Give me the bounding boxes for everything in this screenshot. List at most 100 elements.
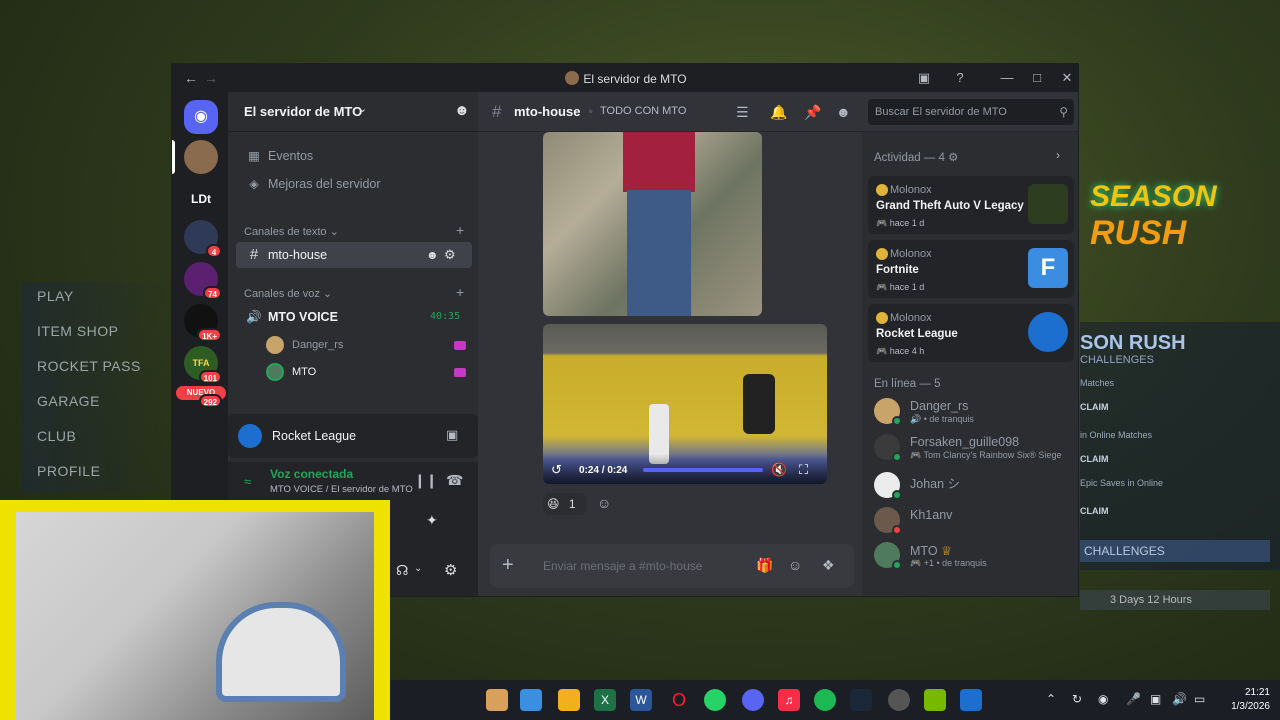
server-icon-tfa[interactable]: TFA 101 (184, 346, 222, 384)
chevron-right-icon[interactable]: › (1056, 148, 1060, 162)
chevron-down-icon[interactable]: ⌄ (414, 563, 422, 574)
activity-card[interactable]: Molonox Rocket League 🎮 hace 4 h (868, 304, 1074, 362)
reaction-count: 1 (568, 497, 576, 511)
header-topic[interactable]: TODO CON MTO (600, 105, 686, 117)
close-icon[interactable]: ✕ (1058, 69, 1076, 87)
server-icon-ldt[interactable]: LDt (184, 182, 218, 216)
apps-icon[interactable]: ❖ (822, 557, 835, 574)
activity-card[interactable]: Molonox Fortnite 🎮 hace 1 d F (868, 240, 1074, 298)
copilot-icon[interactable] (520, 689, 542, 711)
opera-icon[interactable]: O (668, 689, 690, 711)
game-menu: PLAY ITEM SHOP ROCKET PASS GARAGE CLUB P… (22, 282, 172, 492)
replay-icon[interactable]: ↺ (551, 462, 562, 478)
pin-icon[interactable]: 📌 (804, 104, 821, 121)
member-item[interactable]: Forsaken_guille098 🎮 Tom Clancy's Rainbo… (874, 432, 1074, 466)
battery-icon[interactable]: ▭ (1194, 692, 1205, 706)
steam-icon[interactable] (850, 689, 872, 711)
member-item[interactable]: MTO ♕ 🎮 +1 • de tranquis (874, 540, 1074, 574)
server-icon[interactable]: 1K+ (184, 304, 222, 342)
music-icon[interactable]: ♫ (778, 689, 800, 711)
add-reaction-icon[interactable]: ☺ (597, 495, 611, 511)
server-icon[interactable]: 74 (184, 262, 222, 300)
members-icon[interactable]: ☻ (836, 104, 851, 120)
invite-icon[interactable]: ☻ (454, 102, 470, 119)
threads-icon[interactable]: ☰ (736, 104, 749, 121)
soundboard-icon[interactable]: ✦ (426, 512, 438, 529)
server-icon-new[interactable]: NUEVO 292 (176, 384, 226, 418)
sidebar-item-events[interactable]: ▦ Eventos (236, 143, 472, 169)
search-input[interactable]: Buscar El servidor de MTO ⚲ (868, 99, 1074, 125)
word-icon[interactable]: W (630, 689, 652, 711)
attach-plus-icon[interactable]: + (502, 554, 514, 577)
mute-icon[interactable]: 🔇 (771, 462, 787, 478)
member-item[interactable]: Danger_rs 🔊 • de tranquis (874, 396, 1074, 430)
message-composer[interactable]: + Enviar mensaje a #mto-house 🎁 ☺ ❖ (490, 544, 854, 588)
activity-card[interactable]: Molonox Grand Theft Auto V Legacy 🎮 hace… (868, 176, 1074, 234)
spotify-icon[interactable] (814, 689, 836, 711)
status-dot (892, 490, 902, 500)
headphones-icon[interactable]: ☊ (396, 562, 408, 579)
minimize-icon[interactable]: — (998, 69, 1016, 87)
whatsapp-icon[interactable] (704, 689, 726, 711)
add-channel-icon[interactable]: + (456, 284, 464, 300)
text-category[interactable]: Canales de texto ⌄ (244, 225, 339, 238)
video-attachment[interactable]: ↺ 0:24 / 0:24 🔇 ⛶ (543, 324, 827, 484)
sidebar-item-boosts[interactable]: ◈ Mejoras del servidor (236, 171, 472, 197)
app-icon[interactable] (888, 689, 910, 711)
server-header[interactable]: El servidor de MTO ⌄ ☻ (228, 92, 478, 132)
channel-mto-house[interactable]: # mto-house ☻ ⚙ (236, 242, 472, 268)
gear-icon[interactable]: ⚙ (948, 152, 958, 164)
maximize-icon[interactable]: □ (1028, 69, 1046, 87)
title-bar: ← → El servidor de MTO ▣ ? — □ ✕ (172, 64, 1078, 92)
fullscreen-icon[interactable]: ⛶ (799, 462, 808, 478)
discord-home-icon[interactable]: ◉ (184, 100, 218, 134)
excel-icon[interactable]: X (594, 689, 616, 711)
add-channel-icon[interactable]: + (456, 222, 464, 238)
image-attachment[interactable] (543, 132, 762, 316)
voice-location[interactable]: MTO VOICE / El servidor de MTO (270, 484, 413, 495)
volume-icon[interactable]: 🔊 (1172, 692, 1187, 706)
selected-server-pill (172, 140, 175, 174)
voice-user-danger[interactable]: Danger_rs (266, 333, 343, 357)
member-item[interactable]: Kh1anv (874, 505, 1074, 539)
member-status: 🎮 Tom Clancy's Rainbow Six® Siege (910, 450, 1062, 460)
noise-suppression-icon[interactable]: ❙❙ (414, 472, 437, 489)
bell-icon[interactable]: 🔔 (770, 104, 787, 121)
gift-icon[interactable]: 🎁 (756, 557, 773, 574)
sync-icon[interactable]: ↻ (1072, 692, 1082, 706)
reaction-laugh[interactable]: 😆 1 (543, 493, 587, 515)
now-playing-card[interactable]: Rocket League ▣ (228, 414, 478, 458)
voice-category[interactable]: Canales de voz ⌄ (244, 287, 332, 300)
image-content (627, 190, 691, 316)
discord-icon[interactable] (742, 689, 764, 711)
help-icon[interactable]: ? (951, 69, 969, 87)
season-logo-text-2: RUSH (1090, 214, 1187, 252)
inbox-icon[interactable]: ▣ (915, 69, 933, 87)
rocket-league-icon[interactable] (960, 689, 982, 711)
gear-icon[interactable]: ⚙ (444, 242, 456, 268)
video-progress-bar[interactable] (643, 468, 763, 472)
screen-share-icon[interactable]: ▣ (446, 427, 458, 443)
member-item[interactable]: Johan シ (874, 470, 1074, 504)
server-icon-mto[interactable] (184, 140, 218, 174)
member-name: Kh1anv (910, 508, 953, 522)
emoji-icon[interactable]: ☺ (788, 557, 802, 573)
chevron-down-icon: ⌄ (358, 103, 368, 115)
wifi-off-icon[interactable]: ◉ (1098, 692, 1108, 706)
channel-mto-voice[interactable]: 🔊 MTO VOICE 40:35 (236, 304, 472, 330)
file-explorer-icon[interactable] (558, 689, 580, 711)
display-icon[interactable]: ▣ (1150, 692, 1161, 706)
voice-user-mto[interactable]: MTO (266, 360, 316, 384)
chevron-up-icon[interactable]: ⌃ (1046, 692, 1056, 706)
settings-gear-icon[interactable]: ⚙ (444, 561, 457, 579)
header-channel-name: mto-house (514, 104, 581, 119)
disconnect-icon[interactable]: ☎ (446, 472, 463, 489)
add-member-icon[interactable]: ☻ (426, 242, 439, 268)
server-icon[interactable]: 4 (184, 220, 222, 258)
activity-game: Fortnite (876, 264, 919, 276)
taskbar-clock[interactable]: 21:21 1/3/2026 (1220, 686, 1270, 714)
activity-user: Molonox (890, 184, 932, 196)
microphone-icon[interactable]: 🎤 (1126, 692, 1141, 706)
taskbar-widget-icon[interactable] (486, 689, 508, 711)
nvidia-icon[interactable] (924, 689, 946, 711)
